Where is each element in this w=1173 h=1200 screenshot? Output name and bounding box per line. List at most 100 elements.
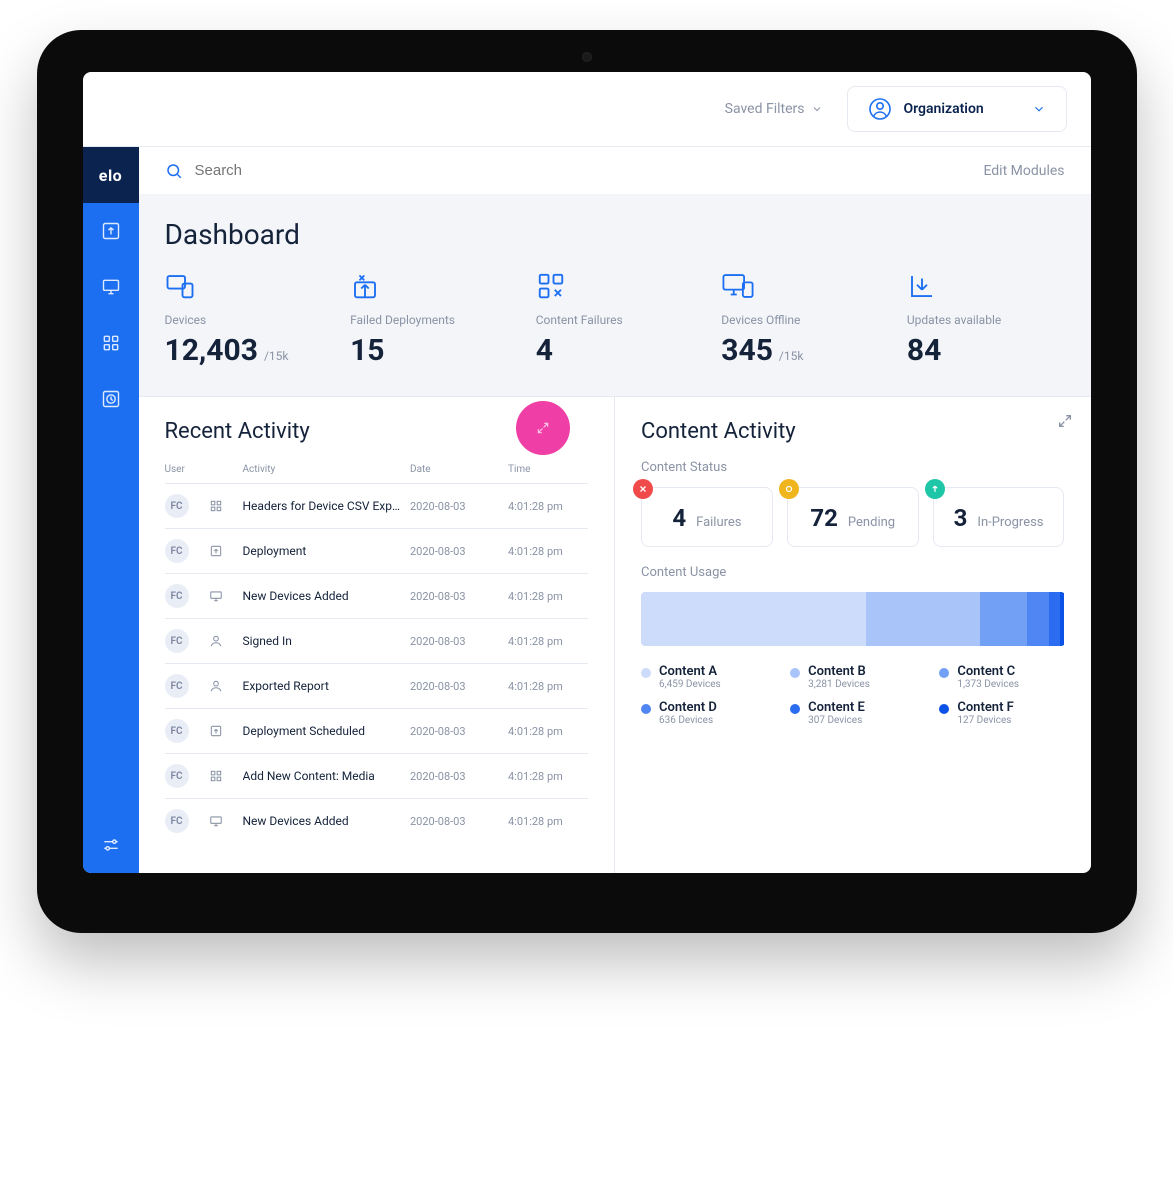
stat-label: Updates available [907,313,1065,327]
col-user: User [165,464,201,475]
activity-time: 4:01:28 pm [508,635,588,648]
status-card[interactable]: 3 In-Progress [933,487,1065,547]
stat-value: 4 [536,333,694,368]
search-icon [165,162,183,180]
table-row[interactable]: FC New Devices Added 2020-08-03 4:01:28 … [165,798,589,843]
tablet-bezel: Saved Filters Organization elo [37,30,1137,933]
usage-segment[interactable] [641,592,866,646]
table-row[interactable]: FC New Devices Added 2020-08-03 4:01:28 … [165,573,589,618]
sidebar-item-apps[interactable] [83,315,139,371]
search-input[interactable] [193,161,493,180]
content-activity-panel: Content Activity Content Status 4 Failur… [614,397,1091,873]
stat-value: 12,403/15k [165,333,323,368]
recent-activity-panel: Recent Activity User Activity Date Time … [139,397,615,873]
legend-swatch [641,704,651,714]
legend-devices: 1,373 Devices [957,679,1019,690]
stat-icon [165,271,323,303]
legend-swatch [939,668,949,678]
saved-filters-dropdown[interactable]: Saved Filters [725,101,823,117]
table-row[interactable]: FC Headers for Device CSV Expo... 2020-0… [165,483,589,528]
activity-date: 2020-08-03 [410,770,500,783]
legend-devices: 307 Devices [808,715,865,726]
legend-item: Content F 127 Devices [939,700,1064,726]
legend-name: Content F [957,700,1014,715]
stat-card[interactable]: Devices 12,403/15k [165,271,323,368]
main: Edit Modules Dashboard Devices 12,403/15… [139,147,1091,873]
expand-panel-button[interactable] [1057,413,1073,429]
legend-swatch [790,668,800,678]
stat-card[interactable]: Failed Deployments 15 [350,271,508,368]
activity-date: 2020-08-03 [410,680,500,693]
avatar: FC [165,809,189,833]
activity-type-icon [209,634,235,648]
user-circle-icon [868,97,892,121]
stat-label: Devices Offline [721,313,879,327]
legend-name: Content D [659,700,717,715]
search-row: Edit Modules [139,147,1091,194]
stat-label: Content Failures [536,313,694,327]
activity-date: 2020-08-03 [410,545,500,558]
activity-description: New Devices Added [243,589,403,603]
legend-devices: 636 Devices [659,715,717,726]
organization-dropdown[interactable]: Organization [847,86,1067,132]
upload-box-icon [101,221,121,241]
sidebar-item-upload[interactable] [83,203,139,259]
stat-suffix: /15k [779,349,804,363]
legend-item: Content E 307 Devices [790,700,915,726]
activity-time: 4:01:28 pm [508,500,588,513]
status-label: Failures [696,515,741,530]
status-card[interactable]: 72 Pending [787,487,919,547]
table-row[interactable]: FC Add New Content: Media 2020-08-03 4:0… [165,753,589,798]
status-label: In-Progress [977,515,1043,530]
activity-description: Exported Report [243,679,403,693]
activity-description: Deployment Scheduled [243,724,403,738]
camera-dot [582,52,592,62]
status-card[interactable]: 4 Failures [641,487,773,547]
activity-type-icon [209,814,235,828]
table-row[interactable]: FC Deployment Scheduled 2020-08-03 4:01:… [165,708,589,753]
legend-item: Content C 1,373 Devices [939,664,1064,690]
avatar: FC [165,674,189,698]
legend-item: Content D 636 Devices [641,700,766,726]
stat-icon [350,271,508,303]
stat-value: 15 [350,333,508,368]
usage-segment[interactable] [866,592,980,646]
activity-time: 4:01:28 pm [508,770,588,783]
stat-card[interactable]: Content Failures 4 [536,271,694,368]
legend-swatch [939,704,949,714]
status-value: 72 [810,504,838,532]
stat-suffix: /15k [264,349,289,363]
activity-description: Add New Content: Media [243,769,403,783]
legend-devices: 6,459 Devices [659,679,721,690]
activity-type-icon [209,724,235,738]
edit-modules-link[interactable]: Edit Modules [983,163,1064,179]
usage-segment[interactable] [1049,592,1060,646]
panels: Recent Activity User Activity Date Time … [139,396,1091,873]
activity-date: 2020-08-03 [410,635,500,648]
stat-card[interactable]: Devices Offline 345/15k [721,271,879,368]
table-row[interactable]: FC Exported Report 2020-08-03 4:01:28 pm [165,663,589,708]
chevron-down-icon [811,103,823,115]
usage-segment[interactable] [1060,592,1064,646]
legend-name: Content E [808,700,865,715]
sidebar-item-devices[interactable] [83,259,139,315]
brand-logo[interactable]: elo [83,147,139,203]
status-value: 4 [672,504,686,532]
content-activity-title: Content Activity [641,419,1065,444]
status-label: Pending [848,515,895,530]
col-activity: Activity [243,464,403,475]
search[interactable] [165,161,984,180]
usage-segment[interactable] [980,592,1028,646]
header: Saved Filters Organization [83,72,1091,147]
usage-segment[interactable] [1027,592,1049,646]
stat-card[interactable]: Updates available 84 [907,271,1065,368]
activity-type-icon [209,769,235,783]
sidebar-item-settings[interactable] [83,817,139,873]
stat-value: 84 [907,333,1065,368]
sidebar-item-schedule[interactable] [83,371,139,427]
content-usage-label: Content Usage [641,565,1065,580]
table-row[interactable]: FC Signed In 2020-08-03 4:01:28 pm [165,618,589,663]
activity-description: New Devices Added [243,814,403,828]
usage-legend: Content A 6,459 Devices Content B 3,281 … [641,664,1065,726]
table-row[interactable]: FC Deployment 2020-08-03 4:01:28 pm [165,528,589,573]
